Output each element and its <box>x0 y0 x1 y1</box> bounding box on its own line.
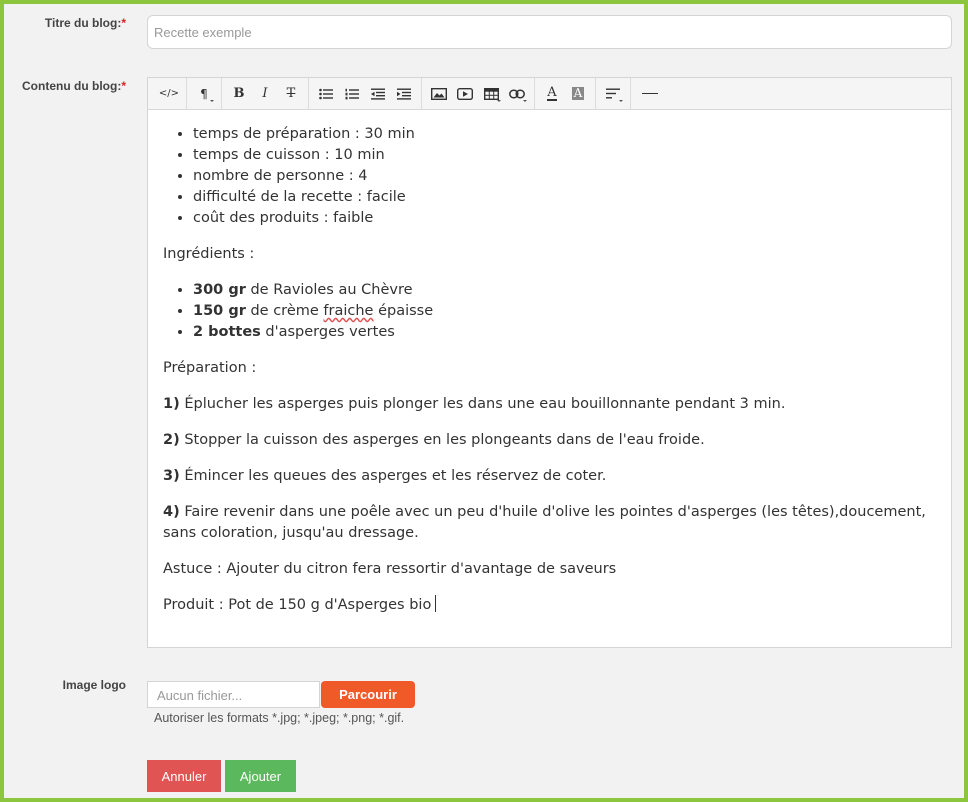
required-mark: * <box>121 79 126 93</box>
rich-text-editor: </> ¶ B I T A A • temps de préparation:… <box>147 77 952 648</box>
list-item: temps de cuisson : 10 min <box>193 145 936 166</box>
image-icon <box>431 87 447 100</box>
align-button[interactable] <box>600 82 626 106</box>
text-caret <box>435 595 437 612</box>
product-paragraph: Produit : Pot de 150 g d'Asperges bio <box>163 595 936 616</box>
step-paragraph: 2) Stopper la cuisson des asperges en le… <box>163 432 705 448</box>
outdent-button[interactable] <box>365 82 391 106</box>
spellcheck-word: fraiche <box>323 303 374 319</box>
step-paragraph: 3) Émincer les queues des asperges et le… <box>163 468 607 484</box>
list-item: coût des produits : faible <box>193 208 936 229</box>
cancel-button[interactable]: Annuler <box>147 760 221 792</box>
required-mark: * <box>121 16 126 30</box>
editor-toolbar: </> ¶ B I T A A <box>148 78 951 110</box>
bold-button[interactable]: B <box>226 82 252 106</box>
horizontal-rule-button[interactable] <box>635 82 665 106</box>
table-icon <box>483 87 499 100</box>
list-item: nombre de personne : 4 <box>193 166 936 187</box>
form-frame: Titre du blog:* Contenu du blog:* </> ¶ … <box>0 0 968 802</box>
blog-title-input[interactable] <box>147 15 952 49</box>
list-item: temps de préparation : 30 min <box>193 124 936 145</box>
align-left-icon <box>606 88 620 99</box>
add-button[interactable]: Ajouter <box>225 760 296 792</box>
background-color-icon: A <box>571 86 585 100</box>
insert-image-button[interactable] <box>426 82 452 106</box>
list-item: 300 gr de Ravioles au Chèvre <box>193 280 936 301</box>
strikethrough-button[interactable]: T <box>278 82 304 106</box>
video-icon <box>457 87 473 100</box>
content-label: Contenu du blog:* <box>22 79 126 93</box>
tip-paragraph: Astuce : Ajouter du citron fera ressorti… <box>163 561 617 577</box>
list-item: 150 gr de crème fraiche épaisse <box>193 301 936 322</box>
editor-content[interactable]: temps de préparation : 30 min temps de c… <box>148 110 951 616</box>
preparation-heading: Préparation : <box>163 360 257 376</box>
code-view-button[interactable]: </> <box>156 82 182 106</box>
browse-button[interactable]: Parcourir <box>321 681 415 708</box>
ordered-list-button[interactable] <box>339 82 365 106</box>
italic-button[interactable]: I <box>252 82 278 106</box>
ingredients-list: 300 gr de Ravioles au Chèvre 150 gr de c… <box>163 280 936 343</box>
image-logo-label: Image logo <box>62 678 126 692</box>
bullet-list-icon <box>319 88 333 99</box>
numbered-list-icon <box>345 88 359 99</box>
allowed-formats-note: Autoriser les formats *.jpg; *.jpeg; *.p… <box>154 711 405 725</box>
link-icon <box>509 89 525 98</box>
indent-icon <box>397 88 411 100</box>
list-item: difficulté de la recette : facile <box>193 187 936 208</box>
horizontal-rule-icon <box>642 92 658 95</box>
step-paragraph: 1) Éplucher les asperges puis plonger le… <box>163 396 786 412</box>
font-color-icon: A <box>547 84 557 101</box>
step-paragraph: 4) Faire revenir dans une poêle avec un … <box>163 504 926 541</box>
insert-link-button[interactable] <box>504 82 530 106</box>
recipe-info-list: temps de préparation : 30 min temps de c… <box>163 124 936 229</box>
background-color-button[interactable]: A <box>565 82 591 106</box>
title-label: Titre du blog:* <box>44 16 126 30</box>
font-color-button[interactable]: A <box>539 82 565 106</box>
list-item: 2 bottes d'asperges vertes <box>193 322 936 343</box>
indent-button[interactable] <box>391 82 417 106</box>
paragraph-style-button[interactable]: ¶ <box>191 82 217 106</box>
insert-video-button[interactable] <box>452 82 478 106</box>
ingredients-heading: Ingrédients : <box>163 246 255 262</box>
unordered-list-button[interactable] <box>313 82 339 106</box>
outdent-icon <box>371 88 385 100</box>
file-name-field[interactable]: Aucun fichier... <box>147 681 320 708</box>
insert-table-button[interactable] <box>478 82 504 106</box>
